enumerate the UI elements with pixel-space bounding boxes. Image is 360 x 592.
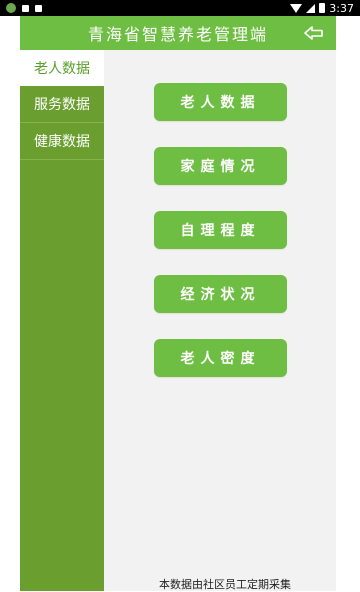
footer-note: 本数据由社区员工定期采集 [159, 578, 291, 591]
status-time: 3:37 [329, 1, 354, 15]
sidebar: 服务数据 健康数据 [20, 86, 104, 591]
sidebar-item-health-data[interactable]: 健康数据 [20, 123, 104, 160]
sidebar-item-service-data[interactable]: 服务数据 [20, 86, 104, 123]
status-bar: 3:37 [0, 0, 360, 16]
sidebar-item-elderly-data[interactable]: 老人数据 [20, 50, 104, 86]
page-title: 青海省智慧养老管理端 [87, 25, 268, 44]
back-arrow-icon [304, 26, 323, 40]
app-header: 青海省智慧养老管理端 [20, 16, 336, 50]
back-button[interactable] [302, 22, 326, 44]
notification-icon [22, 4, 29, 12]
self-care-level-button[interactable]: 自理程度 [154, 211, 287, 249]
signal-icon [306, 3, 316, 13]
elderly-data-button[interactable]: 老人数据 [154, 83, 287, 121]
elderly-density-button[interactable]: 老人密度 [154, 339, 287, 377]
wifi-icon [290, 3, 303, 13]
family-situation-button[interactable]: 家庭情况 [154, 147, 287, 185]
app-frame: 青海省智慧养老管理端 老人数据 服务数据 健康数据 老人数据 家庭情况 自理程度… [20, 16, 336, 591]
economic-status-button[interactable]: 经济状况 [154, 275, 287, 313]
battery-icon [319, 3, 326, 13]
menu-buttons: 老人数据 家庭情况 自理程度 经济状况 老人密度 [154, 83, 287, 403]
download-icon [35, 4, 42, 12]
app-notification-icon [6, 3, 16, 13]
